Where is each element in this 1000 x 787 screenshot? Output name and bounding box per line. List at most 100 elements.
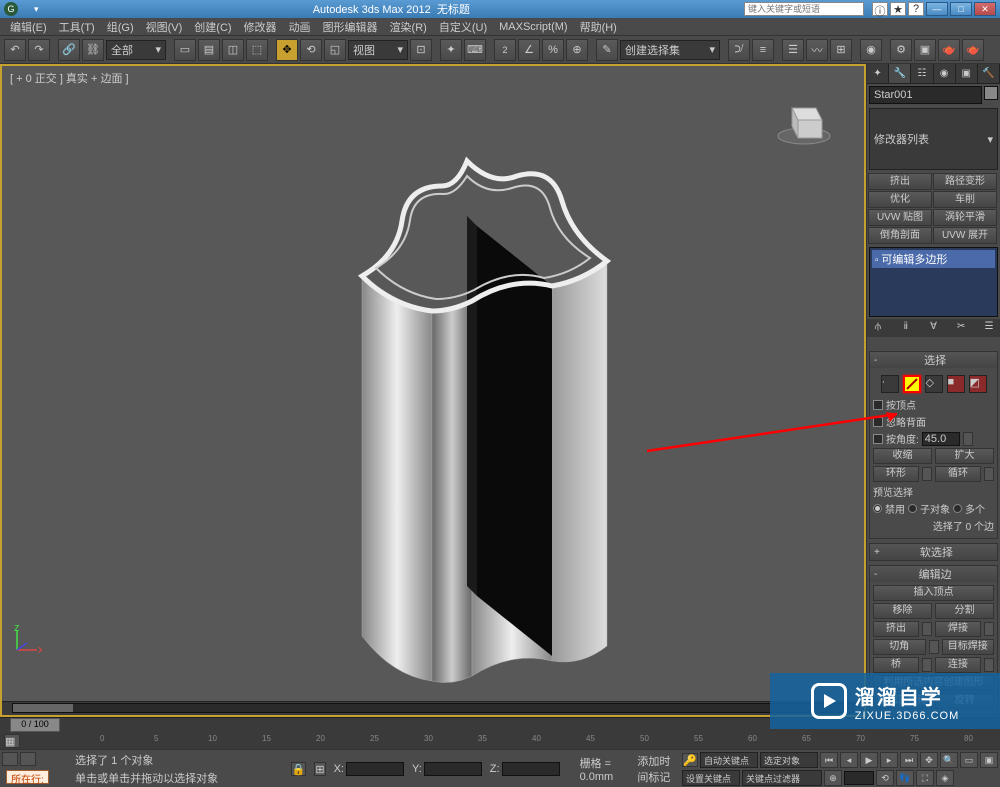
nav-pan-button[interactable]: ✥ [920,752,938,768]
make-unique-icon[interactable]: ∀ [927,321,941,335]
scale-button[interactable]: ◱ [324,39,346,61]
chamfer-settings[interactable] [929,640,939,654]
loop-step[interactable] [984,467,994,481]
timeline-ruler[interactable]: ▦ 0 5 10 15 20 25 30 35 40 45 50 55 60 6… [0,733,1000,749]
subobj-element[interactable]: ◩ [969,375,987,393]
nav-walk-button[interactable]: 👣 [896,770,914,786]
named-selection-dropdown[interactable]: 创建选择集▾ [620,40,720,60]
select-region-button[interactable]: ◫ [222,39,244,61]
extrude-settings[interactable] [922,622,932,636]
modifier-stack[interactable]: ▫ 可编辑多边形 [869,247,998,317]
nav-orbit-button[interactable]: ⟲ [876,770,894,786]
tab-motion[interactable]: ◉ [934,64,956,83]
btn-turbosmooth[interactable]: 涡轮平滑 [933,209,997,226]
trackbar-toggle[interactable]: ▦ [4,734,20,748]
nav-zoom-ext-button[interactable]: ◈ [936,770,954,786]
y-input[interactable] [424,762,482,776]
btn-pathdeform[interactable]: 路径变形 [933,173,997,190]
btn-shrink[interactable]: 收缩 [873,448,932,464]
remove-mod-icon[interactable]: ✂ [954,321,968,335]
infocenter-button[interactable]: ⓘ [872,2,888,16]
btn-bridge[interactable]: 桥 [873,657,919,673]
weld-settings[interactable] [984,622,994,636]
menu-views[interactable]: 视图(V) [140,19,189,35]
unlink-button[interactable]: ⛓ [82,39,104,61]
tab-display[interactable]: ▣ [956,64,978,83]
key-filters-button[interactable]: 关键点过滤器 [742,770,822,786]
lock-selection-button[interactable]: 🔒 [291,762,307,776]
menu-edit[interactable]: 编辑(E) [4,19,53,35]
play-button[interactable]: ▶ [860,752,878,768]
maximize-button[interactable]: □ [950,2,972,16]
snap-angle-button[interactable]: ∠ [518,39,540,61]
menu-group[interactable]: 组(G) [101,19,140,35]
search-input[interactable] [744,2,864,16]
material-editor-button[interactable]: ◉ [860,39,882,61]
menu-help[interactable]: 帮助(H) [574,19,623,35]
connect-settings[interactable] [984,658,994,672]
tab-create[interactable]: ✦ [867,64,889,83]
add-time-tag[interactable]: 添加时间标记 [637,753,676,785]
selection-filter-dropdown[interactable]: 全部▾ [106,40,166,60]
btn-split[interactable]: 分割 [935,603,994,619]
render-button[interactable]: 🫖 [938,39,960,61]
manipulate-button[interactable]: ✦ [440,39,462,61]
btn-insert-vertex[interactable]: 插入顶点 [873,585,994,601]
viewport-hscroll[interactable] [2,701,864,715]
align-button[interactable]: ≡ [752,39,774,61]
btn-chamfer[interactable]: 切角 [873,639,926,655]
show-end-icon[interactable]: ⅱ [899,321,913,335]
ring-step[interactable] [922,467,932,481]
rollout-selection-header[interactable]: - 选择 [870,352,997,368]
nav-zoom-button[interactable]: 🔍 [940,752,958,768]
prev-frame-button[interactable]: ◂ [840,752,858,768]
move-button[interactable]: ✥ [276,39,298,61]
nav-fov-button[interactable]: ▭ [960,752,978,768]
tab-utilities[interactable]: 🔨 [978,64,1000,83]
current-frame-input[interactable] [844,771,874,785]
btn-connect[interactable]: 连接 [935,657,981,673]
angle-spinner-buttons[interactable] [963,432,973,446]
close-button[interactable]: ✕ [974,2,996,16]
menu-tools[interactable]: 工具(T) [53,19,101,35]
menu-grapheditors[interactable]: 图形编辑器 [317,19,384,35]
btn-uvwunwrap[interactable]: UVW 展开 [933,227,997,244]
cb-ignore-back[interactable] [873,417,883,427]
stack-item-editable-poly[interactable]: ▫ 可编辑多边形 [872,250,995,268]
rb-preview-off[interactable] [873,504,882,513]
tab-modify[interactable]: 🔧 [889,64,911,83]
auto-key-button[interactable]: 自动关键点 [700,752,758,768]
goto-start-button[interactable]: ⏮ [820,752,838,768]
set-key-icon[interactable]: 🔑 [682,753,698,767]
redo-button[interactable]: ↷ [28,39,50,61]
goto-end-button[interactable]: ⏭ [900,752,918,768]
layers-button[interactable]: ☰ [782,39,804,61]
viewport[interactable]: [ + 0 正交 ] 真实 + 边面 ] [0,64,866,717]
subobj-border[interactable]: ◇ [925,375,943,393]
subobj-vertex[interactable]: · [881,375,899,393]
snap-percent-button[interactable]: % [542,39,564,61]
tab-hierarchy[interactable]: ☷ [911,64,933,83]
menu-maxscript[interactable]: MAXScript(M) [493,21,573,33]
keyboard-shortcut-button[interactable]: ⌨ [464,39,486,61]
pivot-button[interactable]: ⊡ [410,39,432,61]
abs-rel-button[interactable]: ⊞ [314,762,325,776]
rb-preview-subobj[interactable] [908,504,917,513]
cb-by-vertex[interactable] [873,400,883,410]
menu-modifiers[interactable]: 修改器 [238,19,283,35]
quick-render-button[interactable]: 🫖 [962,39,984,61]
rendered-frame-button[interactable]: ▣ [914,39,936,61]
link-button[interactable]: 🔗 [58,39,80,61]
btn-target-weld[interactable]: 目标焊接 [942,639,995,655]
viewcube[interactable] [774,96,834,146]
object-color-swatch[interactable] [984,86,998,100]
time-config-button[interactable]: ⊕ [824,770,842,786]
modifier-list-dropdown[interactable]: 修改器列表▾ [869,108,998,170]
btn-extrude-edge[interactable]: 挤出 [873,621,919,637]
next-frame-button[interactable]: ▸ [880,752,898,768]
help-star-button[interactable]: ★ [890,2,906,16]
z-input[interactable] [502,762,560,776]
btn-uvwmap[interactable]: UVW 贴图 [868,209,932,226]
btn-bevelprofile[interactable]: 倒角剖面 [868,227,932,244]
nav-zoom-all-button[interactable]: ▣ [980,752,998,768]
